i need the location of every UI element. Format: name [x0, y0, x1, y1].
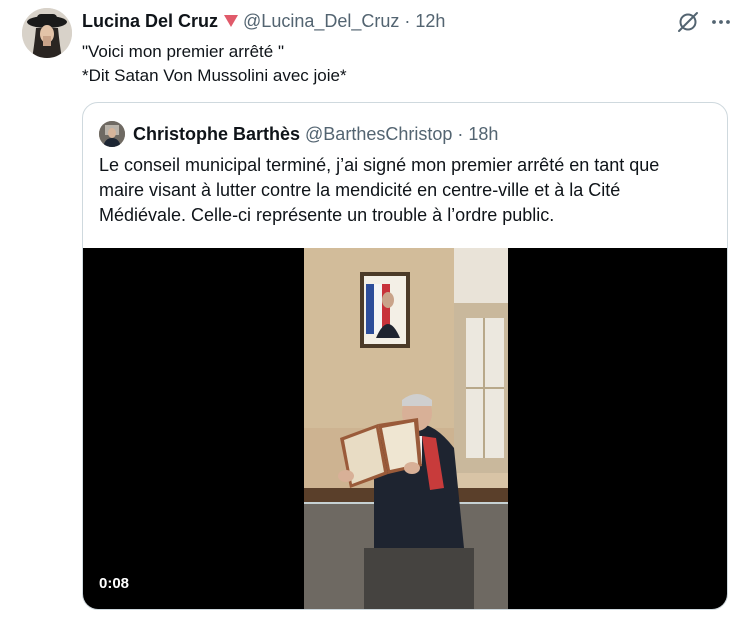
- quote-text: Le conseil municipal terminé, j’ai signé…: [99, 153, 719, 228]
- tweet[interactable]: Lucina Del Cruz @Lucina_Del_Cruz · 12h "…: [0, 0, 742, 618]
- grok-icon[interactable]: [676, 10, 700, 34]
- video-player[interactable]: 0:08: [83, 248, 727, 609]
- tweet-text: "Voici mon premier arrêté " *Dit Satan V…: [82, 40, 347, 88]
- tweet-actions: [676, 10, 732, 34]
- quote-timestamp[interactable]: 18h: [468, 124, 498, 145]
- timestamp[interactable]: 12h: [415, 11, 445, 32]
- quote-text-line: Le conseil municipal terminé, j’ai signé…: [99, 155, 660, 175]
- video-thumbnail: [304, 248, 508, 609]
- quote-user-handle[interactable]: @BarthesChristop: [305, 124, 452, 145]
- tweet-header: Lucina Del Cruz @Lucina_Del_Cruz · 12h: [82, 10, 445, 32]
- user-handle[interactable]: @Lucina_Del_Cruz: [243, 11, 399, 32]
- quote-display-name[interactable]: Christophe Barthès: [133, 124, 300, 145]
- display-name[interactable]: Lucina Del Cruz: [82, 11, 218, 32]
- more-icon[interactable]: [710, 11, 732, 33]
- quote-avatar[interactable]: [99, 121, 125, 147]
- quote-text-line: maire visant à lutter contre la mendicit…: [99, 180, 621, 200]
- quote-separator-dot: ·: [457, 123, 464, 144]
- avatar[interactable]: [22, 8, 72, 58]
- video-duration: 0:08: [99, 575, 130, 592]
- tweet-text-line: *Dit Satan Von Mussolini avec joie*: [82, 66, 347, 85]
- quoted-tweet[interactable]: Christophe Barthès @BarthesChristop · 18…: [82, 102, 728, 610]
- quote-text-line: Médiévale. Celle-ci représente un troubl…: [99, 205, 555, 225]
- separator-dot: ·: [404, 10, 411, 31]
- tweet-text-line: "Voici mon premier arrêté ": [82, 42, 284, 61]
- heart-icon: [224, 15, 239, 27]
- quote-header: Christophe Barthès @BarthesChristop · 18…: [133, 123, 498, 145]
